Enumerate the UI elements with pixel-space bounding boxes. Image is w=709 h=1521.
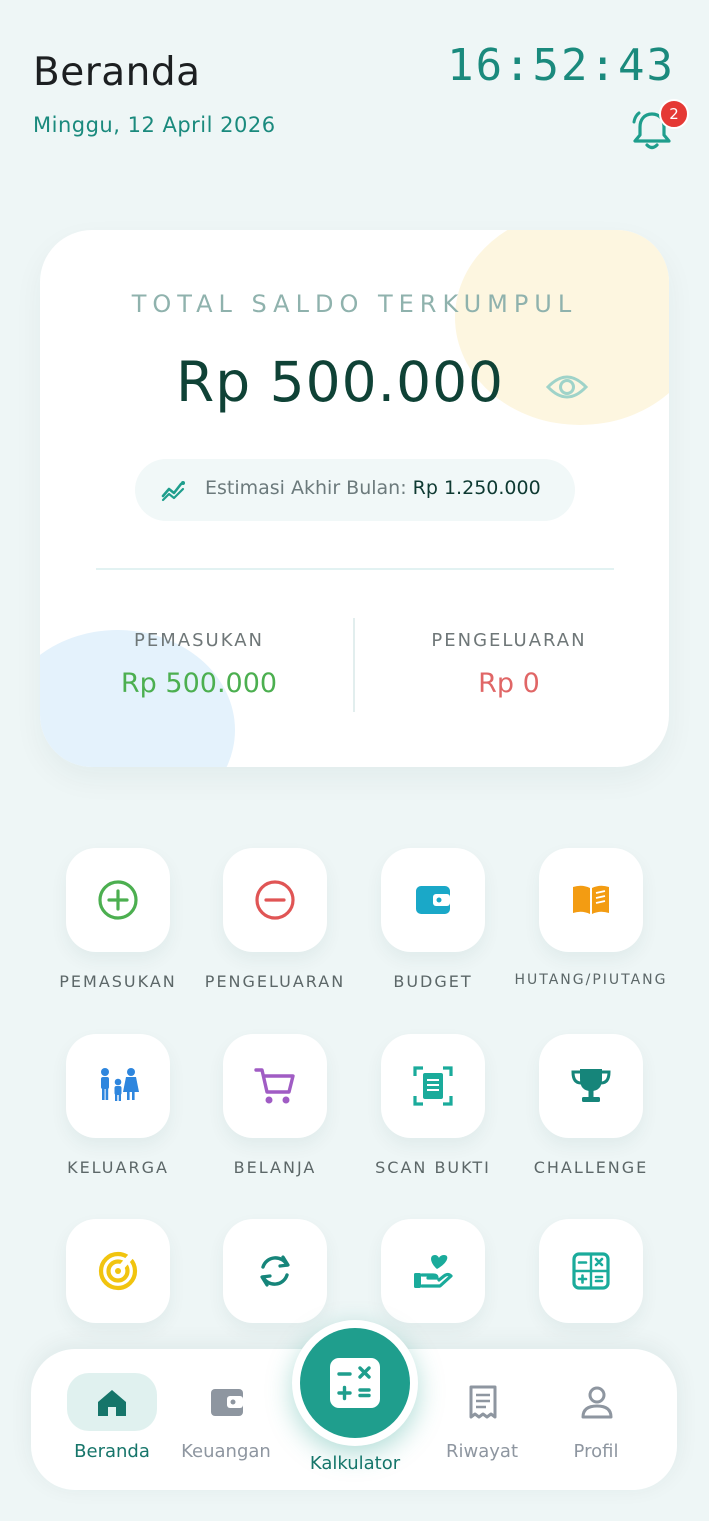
menu-pemasukan-button[interactable]	[66, 848, 170, 952]
menu-label: PEMASUKAN	[59, 972, 177, 991]
trophy-icon	[571, 1069, 611, 1102]
nav-label: Profil	[573, 1441, 619, 1462]
menu-label: SCAN BUKTI	[375, 1158, 491, 1177]
menu-label: BELANJA	[233, 1158, 317, 1177]
menu-scan-bukti-button[interactable]	[381, 1034, 485, 1138]
menu-label: HUTANG/PIUTANG	[514, 972, 668, 988]
balance-label: TOTAL SALDO TERKUMPUL	[131, 290, 578, 318]
balance-card: TOTAL SALDO TERKUMPUL Rp 500.000 Estimas…	[40, 230, 669, 767]
menu-label: KELUARGA	[67, 1158, 169, 1177]
menu-budget-button[interactable]	[381, 848, 485, 952]
menu-label: CHALLENGE	[533, 1158, 649, 1177]
nav-kalkulator-button[interactable]	[300, 1328, 410, 1438]
clock: 16:52:43	[447, 40, 675, 91]
refresh-icon	[260, 1255, 290, 1287]
wallet-icon	[416, 886, 450, 914]
eye-icon	[545, 375, 589, 399]
nav-profil[interactable]: Profil	[531, 1349, 661, 1490]
wallet-icon	[209, 1385, 245, 1419]
nav-label: Kalkulator	[309, 1453, 401, 1474]
balance-amount: Rp 500.000	[176, 350, 505, 414]
menu-recurring-button[interactable]	[223, 1219, 327, 1323]
estimate-value: Rp 1.250.000	[412, 477, 541, 499]
minus-circle-icon	[255, 880, 295, 920]
menu-label: PENGELUARAN	[204, 972, 346, 991]
home-icon	[94, 1385, 130, 1419]
divider	[353, 618, 355, 712]
calculator-icon	[330, 1358, 380, 1408]
menu-calculator-button[interactable]	[539, 1219, 643, 1323]
receipt-icon	[465, 1385, 501, 1419]
menu-hutang-button[interactable]	[539, 848, 643, 952]
user-icon	[579, 1385, 615, 1419]
nav-label: Beranda	[74, 1441, 150, 1462]
radar-icon	[98, 1251, 138, 1291]
menu-keluarga-button[interactable]	[66, 1034, 170, 1138]
expense-label: PENGELUARAN	[431, 630, 587, 651]
nav-label: Riwayat	[446, 1441, 518, 1462]
income-label: PEMASUKAN	[134, 630, 264, 651]
nav-keuangan[interactable]: Keuangan	[161, 1349, 291, 1490]
plus-circle-icon	[98, 880, 138, 920]
nav-riwayat[interactable]: Riwayat	[417, 1349, 547, 1490]
notification-badge: 2	[659, 99, 689, 129]
current-date: Minggu, 12 April 2026	[33, 113, 276, 137]
heart-hand-icon	[414, 1255, 453, 1288]
estimate-label: Estimasi Akhir Bulan:	[205, 477, 407, 499]
calculator-icon	[572, 1252, 610, 1290]
menu-radar-button[interactable]	[66, 1219, 170, 1323]
page-title: Beranda	[33, 50, 201, 95]
estimate-text: Estimasi Akhir Bulan: Rp 1.250.000	[205, 477, 541, 499]
menu-belanja-button[interactable]	[223, 1034, 327, 1138]
family-icon	[101, 1068, 139, 1101]
estimate-pill: Estimasi Akhir Bulan: Rp 1.250.000	[135, 459, 575, 521]
scan-receipt-icon	[413, 1066, 453, 1106]
expense-value: Rp 0	[478, 668, 540, 699]
menu-pengeluaran-button[interactable]	[223, 848, 327, 952]
income-value: Rp 500.000	[120, 668, 278, 699]
menu-label: BUDGET	[393, 972, 473, 991]
menu-challenge-button[interactable]	[539, 1034, 643, 1138]
divider	[96, 568, 614, 570]
toggle-visibility-button[interactable]	[545, 370, 589, 404]
trend-icon	[161, 478, 187, 502]
shopping-cart-icon	[254, 1068, 295, 1104]
nav-beranda[interactable]: Beranda	[47, 1349, 177, 1490]
book-open-icon	[573, 885, 609, 914]
menu-donation-button[interactable]	[381, 1219, 485, 1323]
nav-label: Keuangan	[181, 1441, 271, 1462]
